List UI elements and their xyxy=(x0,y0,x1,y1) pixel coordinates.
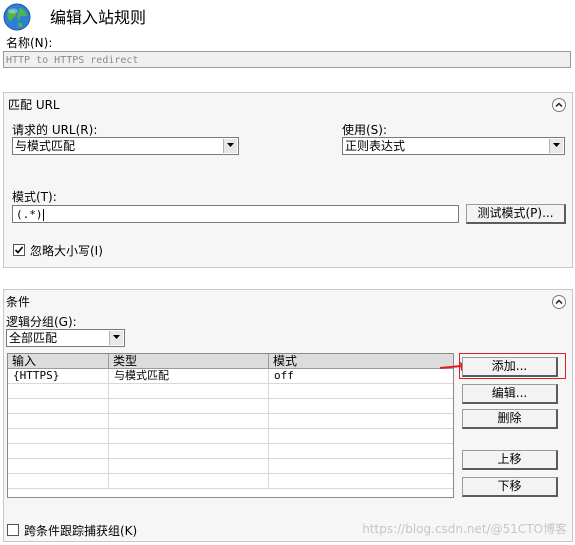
empty-row xyxy=(8,399,453,414)
column-header-pattern[interactable]: 模式 xyxy=(269,354,453,369)
cell-type: 与模式匹配 xyxy=(109,369,269,384)
track-captures-label: 跨条件跟踪捕获组(K) xyxy=(24,524,138,538)
move-down-button[interactable]: 下移 xyxy=(462,477,558,497)
edit-condition-button[interactable]: 编辑... xyxy=(462,384,558,404)
move-up-button[interactable]: 上移 xyxy=(462,450,558,470)
rule-name-label: 名称(N): xyxy=(6,36,53,50)
empty-row xyxy=(8,459,453,474)
cell-pattern: off xyxy=(274,369,294,382)
conditions-section-title: 条件 xyxy=(6,295,31,309)
empty-row xyxy=(8,429,453,444)
empty-row xyxy=(8,414,453,429)
empty-row xyxy=(8,444,453,459)
requested-url-value: 与模式匹配 xyxy=(15,139,76,153)
column-header-type[interactable]: 类型 xyxy=(109,354,269,369)
globe-icon xyxy=(3,3,31,31)
ignore-case-checkbox[interactable] xyxy=(13,244,25,256)
pattern-value: (.*) xyxy=(16,208,43,221)
using-dropdown[interactable]: 正则表达式 xyxy=(342,137,565,155)
using-value: 正则表达式 xyxy=(345,139,406,153)
logical-grouping-label: 逻辑分组(G): xyxy=(6,315,77,329)
match-url-section-title: 匹配 URL xyxy=(8,98,60,112)
table-row[interactable]: {HTTPS} 与模式匹配 off xyxy=(8,369,453,384)
delete-condition-button[interactable]: 删除 xyxy=(462,409,558,429)
empty-row xyxy=(8,474,453,489)
cell-input: {HTTPS} xyxy=(8,369,109,384)
collapse-up-icon[interactable] xyxy=(552,98,566,112)
requested-url-label: 请求的 URL(R): xyxy=(12,123,98,137)
add-condition-button[interactable]: 添加... xyxy=(462,357,558,377)
column-header-input[interactable]: 输入 xyxy=(8,354,109,369)
pattern-input[interactable]: (.*) xyxy=(12,205,459,223)
conditions-table[interactable]: 输入 类型 模式 {HTTPS} 与模式匹配 off xyxy=(7,353,454,498)
logical-grouping-value: 全部匹配 xyxy=(9,331,58,345)
logical-grouping-dropdown[interactable]: 全部匹配 xyxy=(6,329,125,347)
test-pattern-button[interactable]: 测试模式(P)... xyxy=(466,204,566,224)
using-label: 使用(S): xyxy=(342,123,388,137)
collapse-up-icon[interactable] xyxy=(552,295,566,309)
pattern-label: 模式(T): xyxy=(12,190,57,204)
page-title: 编辑入站规则 xyxy=(50,8,147,27)
requested-url-dropdown[interactable]: 与模式匹配 xyxy=(12,137,239,155)
empty-row xyxy=(8,384,453,399)
dropdown-arrow-icon xyxy=(549,139,563,153)
text-cursor xyxy=(42,208,44,221)
rule-name-field[interactable]: HTTP to HTTPS redirect xyxy=(3,51,571,68)
track-captures-checkbox[interactable] xyxy=(7,524,19,536)
dropdown-arrow-icon xyxy=(109,331,123,345)
ignore-case-label: 忽略大小写(I) xyxy=(30,244,103,258)
watermark-text: https://blog.csdn.net/@51CTO博客 xyxy=(362,522,567,536)
dropdown-arrow-icon xyxy=(223,139,237,153)
